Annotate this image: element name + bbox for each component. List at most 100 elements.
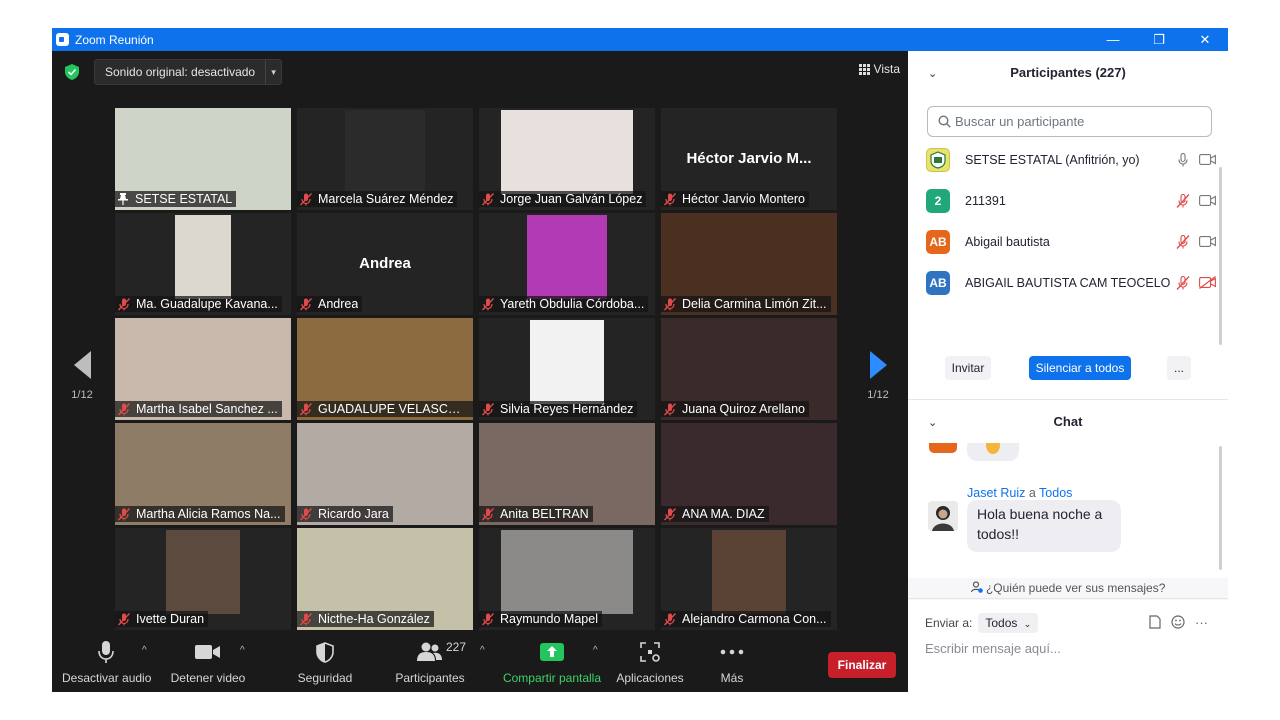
audio-status[interactable] (1174, 152, 1192, 167)
video-status[interactable] (1196, 154, 1218, 165)
participant-name: Ivette Duran (136, 612, 205, 626)
send-to-row: Enviar a: Todos ⌄ (925, 613, 1039, 633)
participant-name-bar: GUADALUPE VELASCO A... (297, 401, 473, 417)
video-camera-icon[interactable] (1198, 195, 1216, 206)
video-tile[interactable]: Anita BELTRAN (479, 423, 655, 525)
video-tile[interactable]: Ricardo Jara (297, 423, 473, 525)
participant-list-name: SETSE ESTATAL (Anfitrión, yo) (965, 152, 1140, 167)
participant-name: Andrea (318, 297, 359, 311)
video-tile[interactable]: Ma. Guadalupe Kavana... (115, 213, 291, 315)
video-tile[interactable]: Nicthe-Ha González (297, 528, 473, 630)
video-tile[interactable]: Martha Alicia Ramos Na... (115, 423, 291, 525)
chat-collapse-chevron-icon[interactable]: ⌄ (928, 416, 937, 429)
video-tile[interactable]: Jorge Juan Galván López (479, 108, 655, 210)
video-tile[interactable]: Andrea Andrea (297, 213, 473, 315)
participant-video (712, 530, 786, 614)
microphone-icon (98, 641, 114, 663)
emoji-message-bubble (967, 443, 1019, 461)
view-button[interactable]: Vista (858, 62, 900, 76)
participant-name-bar: Martha Isabel Sanchez ... (115, 401, 282, 417)
chat-message-input[interactable]: Escribir mensaje aquí... (925, 641, 1061, 656)
audio-options-caret-icon[interactable]: ^ (142, 645, 147, 656)
participant-row[interactable]: 2 211391 (926, 180, 1218, 221)
video-tile[interactable]: Martha Isabel Sanchez ... (115, 318, 291, 420)
chat-scrollbar[interactable] (1219, 446, 1222, 570)
participant-name-bar: Silvia Reyes Hernández (479, 401, 638, 417)
participants-options-caret-icon[interactable]: ^ (480, 645, 485, 656)
video-camera-icon[interactable] (1198, 154, 1216, 165)
page-indicator-right: 1/12 (867, 389, 889, 401)
video-tile[interactable]: Ivette Duran (115, 528, 291, 630)
muted-mic-icon[interactable] (1176, 193, 1190, 208)
video-tile[interactable]: Raymundo Mapel (479, 528, 655, 630)
participants-more-button[interactable]: ... (1167, 356, 1191, 380)
participant-name: Raymundo Mapel (500, 612, 598, 626)
share-options-caret-icon[interactable]: ^ (593, 645, 598, 656)
zoom-app-icon (56, 33, 69, 46)
participant-name-bar: Jorge Juan Galván López (479, 191, 647, 207)
previous-page-button[interactable]: 1/12 (67, 351, 97, 401)
video-tile[interactable]: Juana Quiroz Arellano (661, 318, 837, 420)
view-label: Vista (873, 62, 900, 76)
video-tile[interactable]: Alejandro Carmona Con... (661, 528, 837, 630)
video-tile[interactable]: Marcela Suárez Méndez (297, 108, 473, 210)
video-tile[interactable]: Yareth Obdulia Córdoba... (479, 213, 655, 315)
who-can-see-text: ¿Quién puede ver sus mensajes? (985, 581, 1166, 595)
participant-name-bar: Anita BELTRAN (479, 506, 593, 522)
participant-search-input[interactable]: Buscar un participante (927, 106, 1212, 137)
who-can-see-messages-link[interactable]: ¿Quién puede ver sus mensajes? (908, 578, 1228, 600)
more-dots-icon (720, 649, 744, 655)
video-status[interactable] (1196, 195, 1218, 206)
participant-name: Silvia Reyes Hernández (500, 402, 634, 416)
audio-status[interactable] (1174, 193, 1192, 208)
file-icon[interactable] (1149, 615, 1161, 629)
chat-more-icon[interactable]: ··· (1195, 615, 1208, 630)
mute-audio-button[interactable]: Desactivar audio (62, 639, 151, 685)
chevron-down-icon[interactable]: ▼ (265, 60, 281, 84)
video-tile[interactable]: Héctor Jarvio M... Héctor Jarvio Montero (661, 108, 837, 210)
participant-row[interactable]: AB Abigail bautista (926, 221, 1218, 262)
audio-status[interactable] (1174, 275, 1192, 290)
stop-video-button[interactable]: Detener video (168, 639, 248, 685)
video-tile[interactable]: ANA MA. DIAZ (661, 423, 837, 525)
video-tile[interactable]: SETSE ESTATAL (115, 108, 291, 210)
share-screen-button[interactable]: Compartir pantalla (500, 639, 604, 685)
video-status[interactable] (1196, 276, 1218, 289)
more-button[interactable]: Más (708, 639, 756, 685)
participant-name: SETSE ESTATAL (135, 192, 233, 206)
chat-message-bubble[interactable]: Hola buena noche a todos!! (967, 500, 1121, 552)
video-status[interactable] (1196, 236, 1218, 247)
mute-all-button[interactable]: Silenciar a todos (1029, 356, 1131, 380)
audio-status[interactable] (1174, 234, 1192, 249)
restore-button[interactable]: ❐ (1136, 28, 1182, 51)
collapse-chevron-icon[interactable]: ⌄ (928, 67, 937, 80)
original-sound-toggle[interactable]: Sonido original: desactivado ▼ (94, 59, 283, 85)
encryption-shield-icon[interactable] (65, 64, 79, 80)
video-options-caret-icon[interactable]: ^ (240, 645, 245, 656)
security-button[interactable]: Seguridad (292, 639, 358, 685)
next-page-button[interactable]: 1/12 (863, 351, 893, 401)
emoji-icon[interactable] (1171, 615, 1185, 629)
participant-row[interactable]: SETSE ESTATAL (Anfitrión, yo) (926, 139, 1218, 180)
muted-mic-icon[interactable] (1176, 234, 1190, 249)
clap-emoji-icon (986, 443, 1000, 454)
send-to-select[interactable]: Todos ⌄ (978, 613, 1039, 633)
video-tile[interactable]: Silvia Reyes Hernández (479, 318, 655, 420)
chat-sender-name[interactable]: Jaset Ruiz (967, 486, 1025, 500)
muted-mic-icon[interactable] (1176, 275, 1190, 290)
video-camera-icon[interactable] (1198, 236, 1216, 247)
microphone-icon[interactable] (1178, 152, 1188, 167)
video-camera-icon (195, 645, 220, 659)
video-off-icon[interactable] (1198, 276, 1216, 289)
invite-button[interactable]: Invitar (945, 356, 991, 380)
participants-scrollbar[interactable] (1219, 167, 1222, 345)
close-button[interactable]: ✕ (1182, 28, 1228, 51)
end-meeting-button[interactable]: Finalizar (828, 652, 896, 678)
participant-row[interactable]: AB ABIGAIL BAUTISTA CAM TEOCELO (926, 262, 1218, 303)
zoom-window: Zoom Reunión — ❐ ✕ Sonido original: desa… (52, 28, 1228, 692)
video-tile[interactable]: Delia Carmina Limón Zit... (661, 213, 837, 315)
chat-recipient-name[interactable]: Todos (1039, 486, 1072, 500)
apps-button[interactable]: Aplicaciones (614, 639, 686, 685)
video-tile[interactable]: GUADALUPE VELASCO A... (297, 318, 473, 420)
minimize-button[interactable]: — (1090, 28, 1136, 51)
